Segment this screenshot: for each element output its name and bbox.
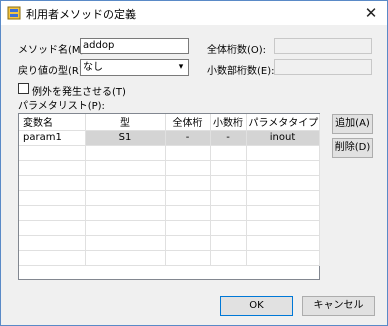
empty-cell[interactable]: [19, 160, 86, 176]
empty-table-row[interactable]: [19, 250, 320, 266]
empty-cell[interactable]: [210, 220, 247, 236]
empty-cell[interactable]: [19, 205, 86, 221]
return-type-value: なし: [83, 62, 103, 73]
empty-cell[interactable]: [246, 145, 320, 161]
empty-table-row[interactable]: [19, 205, 320, 221]
column-header-name[interactable]: 変数名: [19, 114, 86, 131]
method-name-label: メソッド名(M):: [18, 45, 88, 56]
delete-button[interactable]: 削除(D): [332, 138, 373, 158]
title-bar: 利用者メソッドの定義 ✕: [1, 1, 387, 25]
empty-cell[interactable]: [210, 145, 247, 161]
empty-cell[interactable]: [85, 220, 166, 236]
empty-cell[interactable]: [165, 250, 211, 266]
empty-table-row[interactable]: [19, 145, 320, 161]
empty-table-row[interactable]: [19, 160, 320, 176]
empty-cell[interactable]: [19, 190, 86, 206]
empty-cell[interactable]: [210, 205, 247, 221]
window-title: 利用者メソッドの定義: [26, 8, 136, 21]
empty-cell[interactable]: [246, 190, 320, 206]
cancel-button[interactable]: キャンセル: [302, 296, 375, 316]
empty-table-row[interactable]: [19, 235, 320, 251]
empty-cell[interactable]: [85, 145, 166, 161]
chevron-down-icon: ▾: [178, 62, 184, 72]
empty-cell[interactable]: [165, 235, 211, 251]
param-list-label: パラメタリスト(P):: [18, 101, 105, 112]
empty-cell[interactable]: [165, 160, 211, 176]
param-list-table[interactable]: 変数名 型 全体桁 小数桁 パラメタタイプ param1 S1 - - inou…: [18, 113, 320, 280]
empty-cell[interactable]: [19, 175, 86, 191]
empty-cell[interactable]: [85, 160, 166, 176]
column-header-type[interactable]: 型: [85, 114, 166, 131]
empty-cell[interactable]: [210, 160, 247, 176]
empty-cell[interactable]: [19, 145, 86, 161]
empty-table-row[interactable]: [19, 190, 320, 206]
empty-cell[interactable]: [210, 235, 247, 251]
empty-cell[interactable]: [19, 220, 86, 236]
total-digits-label: 全体桁数(O):: [207, 45, 267, 56]
empty-cell[interactable]: [165, 145, 211, 161]
cell-decimal-digits[interactable]: -: [210, 130, 247, 146]
raise-exception-label[interactable]: 例外を発生させる(T): [32, 83, 126, 98]
empty-cell[interactable]: [210, 175, 247, 191]
empty-cell[interactable]: [246, 220, 320, 236]
decimal-digits-label: 小数部桁数(E):: [207, 66, 275, 77]
empty-cell[interactable]: [246, 250, 320, 266]
empty-cell[interactable]: [246, 235, 320, 251]
database-icon: [7, 6, 21, 20]
cell-type[interactable]: S1: [85, 130, 166, 146]
cell-name[interactable]: param1: [19, 130, 86, 146]
dialog-window: 利用者メソッドの定義 ✕ メソッド名(M): addop 全体桁数(O): 戻り…: [0, 0, 388, 326]
empty-cell[interactable]: [165, 220, 211, 236]
ok-button[interactable]: OK: [220, 296, 293, 316]
empty-cell[interactable]: [165, 190, 211, 206]
cell-param-type[interactable]: inout: [246, 130, 320, 146]
empty-cell[interactable]: [246, 160, 320, 176]
return-type-select[interactable]: なし ▾: [80, 59, 189, 76]
column-header-total-digits[interactable]: 全体桁: [165, 114, 211, 131]
empty-cell[interactable]: [85, 175, 166, 191]
empty-cell[interactable]: [210, 250, 247, 266]
empty-cell[interactable]: [246, 175, 320, 191]
method-name-input[interactable]: addop: [80, 38, 189, 54]
cell-total-digits[interactable]: -: [165, 130, 211, 146]
raise-exception-checkbox[interactable]: [18, 83, 29, 94]
column-header-param-type[interactable]: パラメタタイプ: [246, 114, 320, 131]
add-button[interactable]: 追加(A): [332, 114, 373, 134]
empty-cell[interactable]: [19, 235, 86, 251]
empty-cell[interactable]: [85, 205, 166, 221]
empty-table-row[interactable]: [19, 175, 320, 191]
column-header-decimal-digits[interactable]: 小数桁: [210, 114, 247, 131]
empty-cell[interactable]: [19, 250, 86, 266]
empty-table-row[interactable]: [19, 220, 320, 236]
table-row[interactable]: param1 S1 - - inout: [19, 130, 320, 146]
empty-cell[interactable]: [85, 235, 166, 251]
total-digits-input[interactable]: [274, 38, 372, 54]
decimal-digits-input[interactable]: [274, 59, 372, 75]
table-header-row: 変数名 型 全体桁 小数桁 パラメタタイプ: [19, 114, 320, 131]
empty-cell[interactable]: [85, 190, 166, 206]
empty-cell[interactable]: [165, 175, 211, 191]
close-button[interactable]: ✕: [355, 1, 387, 25]
empty-cell[interactable]: [85, 250, 166, 266]
close-icon: ✕: [364, 4, 378, 22]
empty-cell[interactable]: [246, 205, 320, 221]
empty-cell[interactable]: [165, 205, 211, 221]
empty-cell[interactable]: [210, 190, 247, 206]
return-type-label: 戻り値の型(R):: [18, 66, 87, 77]
